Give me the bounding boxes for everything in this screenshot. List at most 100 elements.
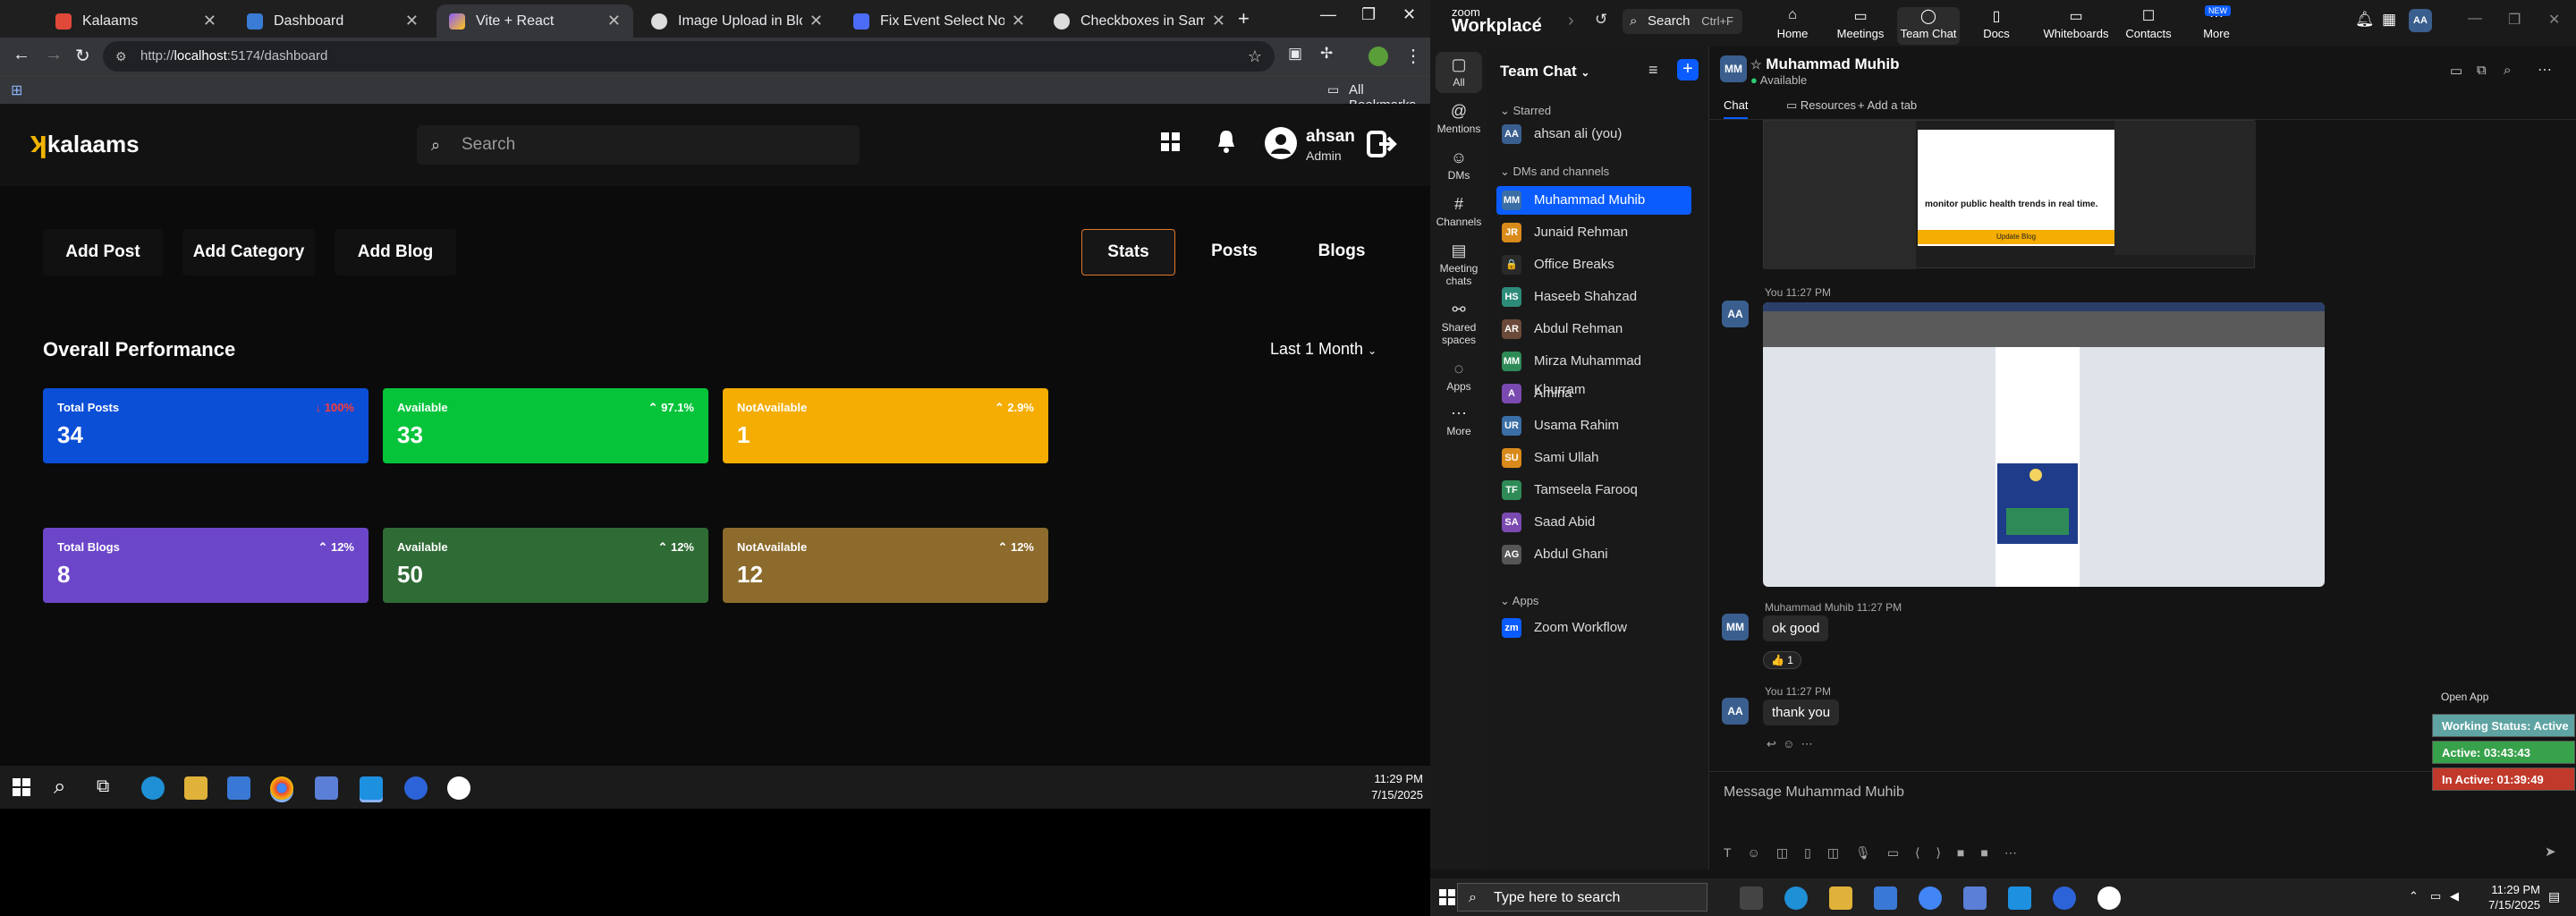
notification-bell-icon[interactable] (1216, 129, 1236, 154)
calendar-icon[interactable]: ▦ (2382, 11, 2396, 29)
list-item-self[interactable]: AA ahsan ali (you) (1496, 120, 1691, 148)
rail-channels[interactable]: # Channels (1430, 195, 1487, 228)
team-chat-title[interactable]: Team Chat ⌄ (1500, 63, 1589, 81)
rail-more[interactable]: ⋯ More (1430, 404, 1487, 437)
apps-grid-icon[interactable]: ⊞ (11, 81, 22, 99)
contact-item[interactable]: SA Saad Abid (1496, 508, 1691, 537)
menu-kebab-icon[interactable]: ⋮ (1404, 45, 1422, 67)
dms-channels-section[interactable]: ⌄ DMs and channels (1500, 165, 1609, 179)
bell-icon[interactable]: 🔔︎ (2355, 11, 2375, 29)
edge-icon[interactable] (1784, 886, 1808, 910)
close-icon[interactable]: ✕ (203, 12, 216, 30)
contact-item[interactable]: JR Junaid Rehman (1496, 218, 1691, 247)
contact-item[interactable]: HS Haseeb Shahzad (1496, 283, 1691, 311)
search-icon[interactable]: ⌕ (2504, 63, 2511, 78)
close-icon[interactable]: ✕ (405, 12, 419, 30)
apps-section[interactable]: ⌄ Apps (1500, 594, 1538, 608)
rail-apps[interactable]: ◌ Apps (1430, 360, 1487, 393)
contact-item[interactable]: UR Usama Rahim (1496, 411, 1691, 440)
add-category-button[interactable]: Add Category (182, 229, 315, 276)
vscode-icon[interactable] (360, 776, 383, 800)
close-icon[interactable]: ✕ (1012, 12, 1025, 30)
screen-share-icon[interactable]: ⧉ (2477, 63, 2487, 78)
add-post-button[interactable]: Add Post (43, 229, 163, 276)
tray-chevron-icon[interactable]: ⌃ (2409, 889, 2419, 903)
new-tab-button[interactable]: + (1238, 7, 1250, 30)
tab-image-upload[interactable]: Image Upload in Blog Editor ✕ (639, 4, 835, 38)
tab-blogs[interactable]: Blogs (1297, 229, 1386, 276)
window-close-button[interactable]: ✕ (2548, 11, 2560, 29)
nav-whiteboards[interactable]: ▭ Whiteboards (2040, 7, 2112, 45)
volume-icon[interactable]: ◀ (2450, 889, 2459, 903)
add-blog-button[interactable]: Add Blog (335, 229, 456, 276)
user-avatar[interactable]: AA (2409, 9, 2432, 32)
contact-item[interactable]: SU Sami Ullah (1496, 444, 1691, 472)
reaction-badge[interactable]: 👍 1 (1763, 651, 1801, 669)
forward-arrow-icon[interactable]: › (1568, 11, 1574, 31)
zoom-icon[interactable] (2053, 886, 2076, 910)
message-bubble[interactable]: thank you (1763, 700, 1840, 725)
windows-start-icon[interactable] (1439, 889, 1455, 905)
tab-chat[interactable]: Chat (1724, 98, 1749, 119)
tab-posts[interactable]: Posts (1190, 229, 1279, 276)
window-close-button[interactable]: ✕ (1402, 5, 1416, 24)
chrome-icon[interactable] (1919, 886, 1942, 910)
contact-item[interactable]: TF Tamseela Farooq (1496, 476, 1691, 505)
history-icon[interactable]: ↺ (1595, 11, 1607, 29)
store-icon[interactable] (227, 776, 250, 800)
extensions-puzzle-icon[interactable]: ✢ (1320, 45, 1333, 63)
chrome-icon[interactable] (270, 776, 293, 800)
close-icon[interactable]: ✕ (809, 12, 823, 30)
windows-start-icon[interactable] (13, 778, 30, 796)
tab-fix-event[interactable]: Fix Event Select Not Working ✕ (841, 4, 1038, 38)
new-chat-button[interactable]: + (1677, 59, 1699, 81)
nav-more[interactable]: NEW ⋯ More (2185, 5, 2248, 45)
minimize-button[interactable]: — (2468, 11, 2482, 27)
message-actions[interactable]: ↩ ☺ ⋯ (1767, 737, 1813, 751)
contact-item[interactable]: AG Abdul Ghani (1496, 540, 1691, 569)
rail-meeting-chats[interactable]: ▤ Meeting chats (1430, 242, 1487, 287)
taskbar-search[interactable]: ⌕ Type here to search (1457, 883, 1707, 912)
app-icon[interactable] (2097, 886, 2121, 910)
nav-meetings[interactable]: ▭ Meetings (1829, 7, 1892, 45)
maximize-button[interactable]: ❐ (2508, 11, 2521, 29)
back-arrow-icon[interactable]: ‹ (1536, 11, 1542, 31)
send-icon[interactable]: ➤ (2545, 844, 2556, 860)
address-bar[interactable]: ⚙ http://localhost:5174/dashboard ☆ (103, 41, 1275, 72)
rail-mentions[interactable]: @ Mentions (1430, 102, 1487, 135)
bookmark-star-icon[interactable]: ☆ (1248, 41, 1262, 72)
video-icon[interactable]: ▭ (2450, 63, 2462, 79)
contact-item[interactable]: 🔒 Office Breaks (1496, 250, 1691, 279)
tab-kalaams[interactable]: Kalaams ✕ (43, 4, 229, 38)
app-icon[interactable] (315, 776, 338, 800)
zoom-search[interactable]: ⌕ Search Ctrl+F (1623, 9, 1742, 34)
edge-icon[interactable] (141, 776, 165, 800)
zoom-icon[interactable] (404, 776, 428, 800)
tab-stats[interactable]: Stats (1081, 229, 1175, 276)
vscode-icon[interactable] (2008, 886, 2031, 910)
search-input[interactable]: ⌕ Search (417, 125, 860, 165)
kalaams-logo[interactable]: ʞkalaams (30, 125, 140, 160)
starred-section[interactable]: ⌄ Starred (1500, 104, 1551, 118)
system-clock[interactable]: 11:29 PM 7/15/2025 (2488, 882, 2540, 912)
list-item-zoom-workflow[interactable]: zm Zoom Workflow (1496, 614, 1691, 642)
rail-dms[interactable]: ☺ DMs (1430, 148, 1487, 182)
nav-home[interactable]: ⌂ Home (1761, 7, 1824, 45)
app-icon[interactable] (1963, 886, 1987, 910)
maximize-button[interactable]: ❐ (1361, 5, 1376, 24)
notification-center-icon[interactable]: ▤ (2548, 889, 2560, 904)
tab-vite-react[interactable]: Vite + React ✕ (436, 4, 633, 38)
reload-icon[interactable]: ↻ (75, 45, 90, 67)
nav-docs[interactable]: ▯ Docs (1965, 7, 2028, 45)
file-explorer-icon[interactable] (184, 776, 208, 800)
store-icon[interactable] (1874, 886, 1897, 910)
tab-dashboard[interactable]: Dashboard ✕ (234, 4, 431, 38)
task-view-icon[interactable] (1740, 886, 1763, 910)
close-icon[interactable]: ✕ (607, 12, 621, 30)
shared-image-1[interactable]: monitor public health trends in real tim… (1763, 120, 2256, 269)
tab-add[interactable]: + Add a tab (1858, 98, 1917, 112)
profile-avatar[interactable] (1368, 47, 1388, 66)
contact-item[interactable]: MM Muhammad Muhib (1496, 186, 1691, 215)
network-icon[interactable]: ▭ (2430, 889, 2441, 903)
rail-all[interactable]: ▢ All (1436, 52, 1482, 93)
